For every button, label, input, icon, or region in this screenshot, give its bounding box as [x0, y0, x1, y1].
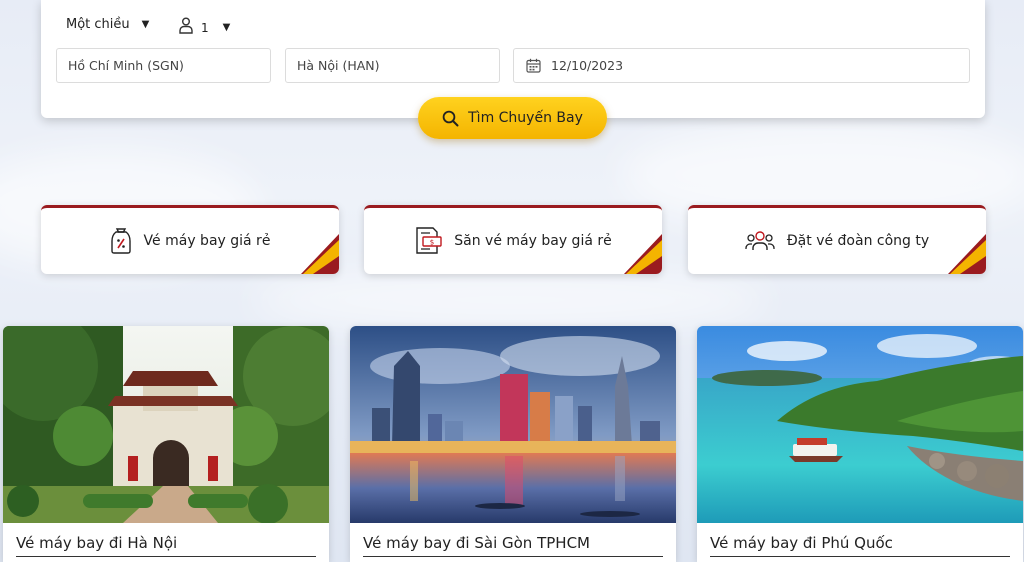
- caret-down-icon: ▼: [141, 19, 150, 30]
- corner-decoration: [948, 234, 986, 274]
- group-icon: [745, 230, 775, 252]
- origin-value: Hồ Chí Minh (SGN): [68, 58, 184, 73]
- service-card-group-booking[interactable]: Đặt vé đoàn công ty: [688, 205, 986, 274]
- svg-text:$: $: [430, 239, 434, 247]
- trip-type-value: Một chiều: [66, 17, 130, 32]
- service-card-ticket-hunt[interactable]: $ Săn vé máy bay giá rẻ: [364, 205, 662, 274]
- destination-card-hanoi[interactable]: Vé máy bay đi Hà Nội: [3, 326, 329, 562]
- corner-decoration: [624, 234, 662, 274]
- temple-of-literature-photo: [3, 326, 329, 523]
- destination-card-phu-quoc[interactable]: Vé máy bay đi Phú Quốc: [697, 326, 1023, 562]
- passenger-count: 1: [201, 20, 209, 35]
- saigon-skyline-photo: [350, 326, 676, 523]
- search-flights-button[interactable]: Tìm Chuyến Bay: [418, 97, 607, 139]
- search-icon: [442, 110, 459, 126]
- service-label: Săn vé máy bay giá rẻ: [454, 233, 612, 249]
- ticket-hunt-icon: $: [414, 227, 442, 255]
- destination-field[interactable]: Hà Nội (HAN): [285, 48, 500, 83]
- person-icon: [179, 17, 193, 38]
- departure-date-value: 12/10/2023: [551, 58, 624, 73]
- destination-title[interactable]: Vé máy bay đi Hà Nội: [16, 534, 316, 557]
- trip-type-select[interactable]: Một chiều ▼: [66, 17, 149, 32]
- service-label: Vé máy bay giá rẻ: [143, 233, 271, 249]
- phu-quoc-island-photo: [697, 326, 1023, 523]
- corner-decoration: [301, 234, 339, 274]
- destination-title[interactable]: Vé máy bay đi Phú Quốc: [710, 534, 1010, 557]
- destination-title[interactable]: Vé máy bay đi Sài Gòn TPHCM: [363, 534, 663, 557]
- passenger-select[interactable]: 1 ▼: [179, 17, 230, 38]
- service-card-cheap-tickets[interactable]: Vé máy bay giá rẻ: [41, 205, 339, 274]
- departure-date-field[interactable]: 12/10/2023: [513, 48, 970, 83]
- destination-card-saigon[interactable]: Vé máy bay đi Sài Gòn TPHCM: [350, 326, 676, 562]
- origin-field[interactable]: Hồ Chí Minh (SGN): [56, 48, 271, 83]
- discount-tag-icon: [110, 227, 132, 255]
- calendar-icon: [526, 58, 541, 73]
- destination-value: Hà Nội (HAN): [297, 58, 380, 73]
- service-label: Đặt vé đoàn công ty: [786, 233, 930, 249]
- caret-down-icon: ▼: [222, 22, 231, 33]
- search-button-label: Tìm Chuyến Bay: [468, 110, 583, 126]
